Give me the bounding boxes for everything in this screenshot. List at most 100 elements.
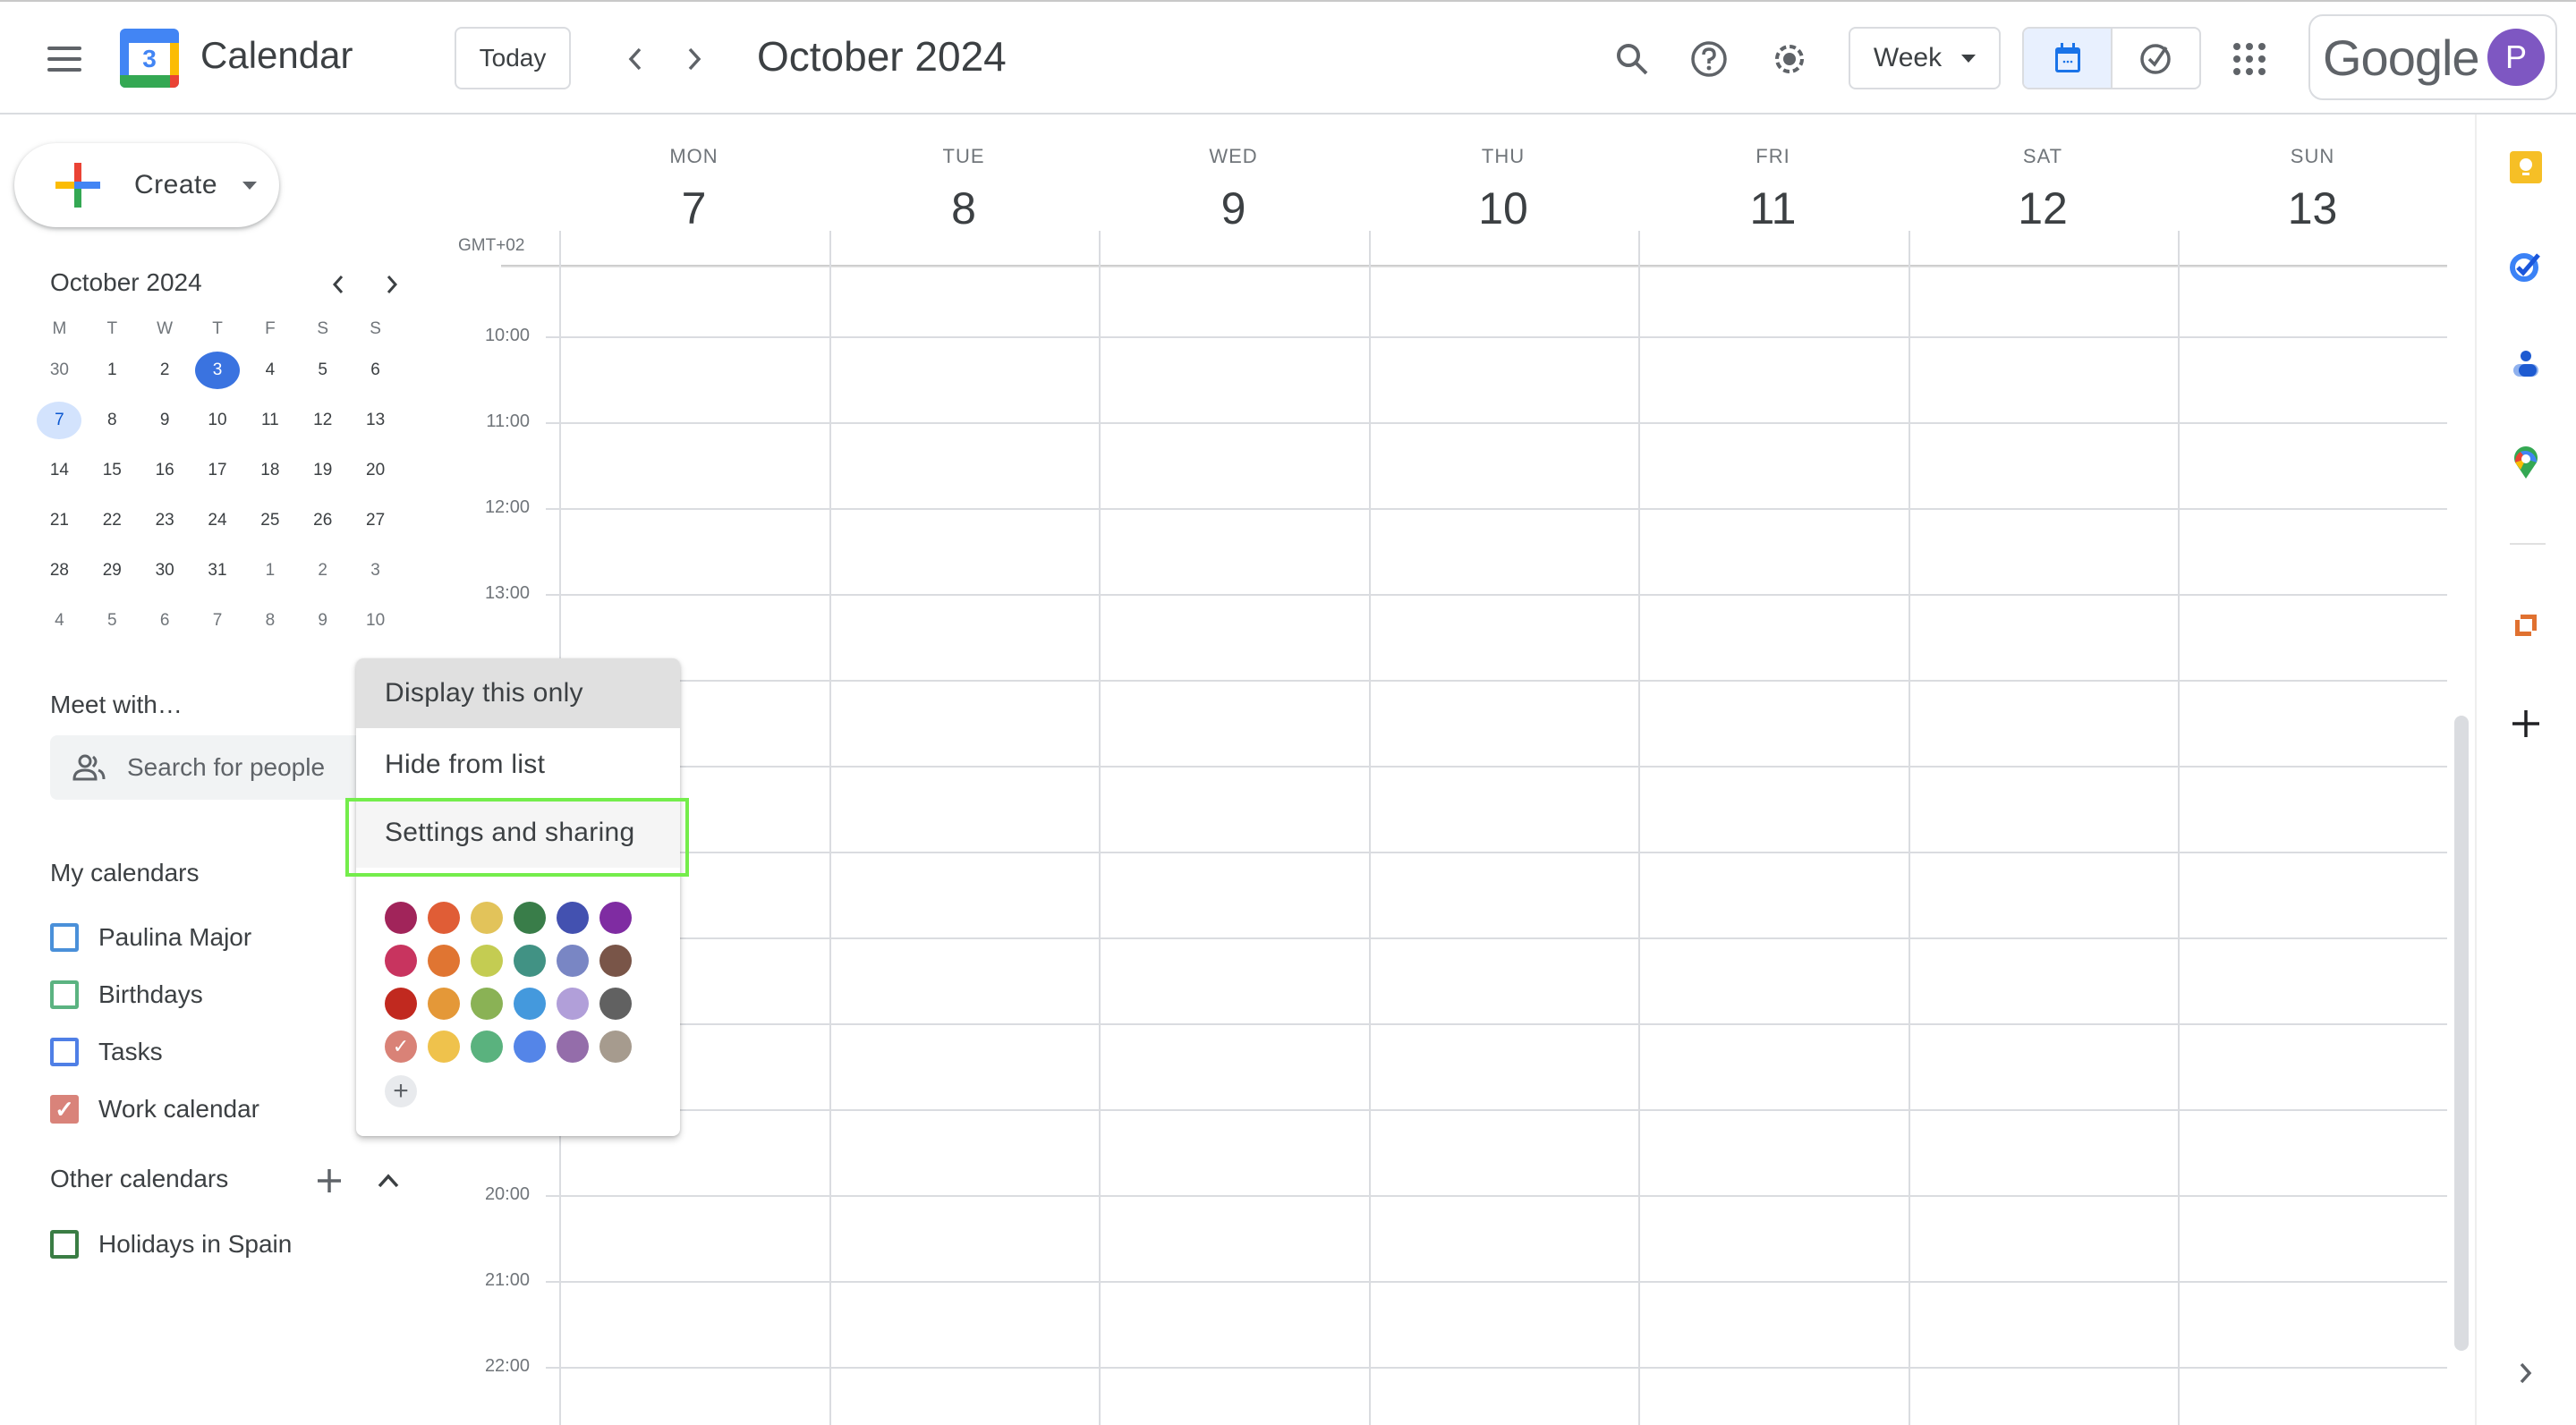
keep-button[interactable] xyxy=(2505,147,2546,188)
color-swatch[interactable] xyxy=(599,902,632,934)
account-button[interactable]: Google P xyxy=(2308,14,2557,100)
mini-calendar-day[interactable]: 15 xyxy=(86,448,139,493)
day-number-button[interactable]: 10 xyxy=(1369,182,1638,234)
mini-calendar-day[interactable]: 9 xyxy=(296,598,349,643)
maps-button[interactable] xyxy=(2505,442,2546,483)
mini-calendar-day[interactable]: 10 xyxy=(349,598,402,643)
contacts-button[interactable] xyxy=(2505,344,2546,385)
checkbox[interactable] xyxy=(50,980,79,1009)
mini-calendar-day[interactable]: 11 xyxy=(243,398,296,443)
calendar-list-item[interactable]: Paulina Major xyxy=(50,920,251,955)
create-button[interactable]: Create xyxy=(14,143,279,227)
color-swatch[interactable] xyxy=(428,902,460,934)
calendar-logo-icon[interactable]: 3 xyxy=(120,29,179,88)
mini-calendar-day[interactable]: 12 xyxy=(296,398,349,443)
day-column[interactable] xyxy=(2178,231,2180,1425)
mini-calendar-day[interactable]: 18 xyxy=(243,448,296,493)
mini-calendar-day[interactable]: 6 xyxy=(139,598,191,643)
add-other-calendar-button[interactable] xyxy=(311,1163,347,1199)
next-period-button[interactable] xyxy=(673,38,716,81)
view-selector[interactable]: Week xyxy=(1849,27,2001,89)
color-swatch[interactable] xyxy=(385,902,417,934)
color-swatch[interactable] xyxy=(428,945,460,977)
my-calendars-title[interactable]: My calendars xyxy=(50,859,200,887)
mini-calendar-day[interactable]: 20 xyxy=(349,448,402,493)
mini-calendar-day[interactable]: 4 xyxy=(243,348,296,393)
mini-calendar-day[interactable]: 6 xyxy=(349,348,402,393)
mini-calendar-day[interactable]: 23 xyxy=(139,498,191,543)
mini-calendar-next-button[interactable] xyxy=(374,267,410,302)
color-swatch[interactable] xyxy=(599,945,632,977)
mini-calendar-day[interactable]: 26 xyxy=(296,498,349,543)
color-swatch[interactable] xyxy=(599,988,632,1020)
mini-calendar-day[interactable]: 10 xyxy=(191,398,244,443)
day-number-button[interactable]: 9 xyxy=(1099,182,1368,234)
color-swatch[interactable] xyxy=(514,1031,546,1063)
main-menu-button[interactable] xyxy=(36,38,93,81)
mini-calendar-day[interactable]: 25 xyxy=(243,498,296,543)
addon-button[interactable] xyxy=(2505,605,2546,646)
day-column[interactable] xyxy=(1638,231,1640,1425)
tasks-view-button[interactable] xyxy=(2113,29,2199,88)
mini-calendar-day[interactable]: 30 xyxy=(33,348,86,393)
day-number-button[interactable]: 13 xyxy=(2178,182,2447,234)
checkbox[interactable] xyxy=(50,923,79,952)
color-swatch[interactable] xyxy=(557,945,589,977)
mini-calendar-day[interactable]: 7 xyxy=(191,598,244,643)
checkbox[interactable] xyxy=(50,1230,79,1259)
calendar-list-item[interactable]: Birthdays xyxy=(50,977,203,1013)
mini-calendar-day[interactable]: 28 xyxy=(33,548,86,593)
color-swatch[interactable] xyxy=(514,945,546,977)
mini-calendar-day[interactable]: 27 xyxy=(349,498,402,543)
calendar-list-item[interactable]: Tasks xyxy=(50,1034,163,1070)
mini-calendar-day[interactable]: 21 xyxy=(33,498,86,543)
other-calendars-title[interactable]: Other calendars xyxy=(50,1165,228,1193)
color-swatch[interactable] xyxy=(514,988,546,1020)
expand-side-panel-button[interactable] xyxy=(2505,1353,2546,1394)
color-swatch[interactable] xyxy=(428,988,460,1020)
day-number-button[interactable]: 7 xyxy=(559,182,829,234)
menu-item-display-this-only[interactable]: Display this only xyxy=(356,658,680,728)
color-swatch[interactable] xyxy=(471,945,503,977)
collapse-other-calendars-button[interactable] xyxy=(370,1163,406,1199)
mini-calendar-day[interactable]: 5 xyxy=(86,598,139,643)
mini-calendar-day[interactable]: 29 xyxy=(86,548,139,593)
mini-calendar-prev-button[interactable] xyxy=(320,267,356,302)
color-swatch[interactable] xyxy=(557,988,589,1020)
mini-calendar-day[interactable]: 19 xyxy=(296,448,349,493)
mini-calendar-day[interactable]: 1 xyxy=(86,348,139,393)
help-button[interactable] xyxy=(1684,34,1734,84)
mini-calendar-day[interactable]: 31 xyxy=(191,548,244,593)
color-swatch[interactable] xyxy=(385,988,417,1020)
mini-calendar-day[interactable]: 8 xyxy=(86,398,139,443)
color-swatch[interactable] xyxy=(514,902,546,934)
day-column[interactable] xyxy=(829,231,831,1425)
settings-button[interactable] xyxy=(1764,34,1815,84)
color-swatch[interactable] xyxy=(385,945,417,977)
mini-calendar-day[interactable]: 14 xyxy=(33,448,86,493)
color-swatch[interactable] xyxy=(599,1031,632,1063)
mini-calendar-day[interactable]: 2 xyxy=(296,548,349,593)
checkbox-checked[interactable]: ✓ xyxy=(50,1095,79,1124)
mini-calendar-day[interactable]: 3 xyxy=(349,548,402,593)
previous-period-button[interactable] xyxy=(614,38,657,81)
color-swatch[interactable]: ✓ xyxy=(385,1031,417,1063)
color-swatch[interactable] xyxy=(557,1031,589,1063)
mini-calendar-day[interactable]: 13 xyxy=(349,398,402,443)
color-swatch[interactable] xyxy=(471,902,503,934)
today-button[interactable]: Today xyxy=(455,27,571,89)
day-number-button[interactable]: 12 xyxy=(1909,182,2178,234)
color-swatch[interactable] xyxy=(428,1031,460,1063)
day-number-button[interactable]: 11 xyxy=(1638,182,1908,234)
mini-calendar-day[interactable]: 17 xyxy=(191,448,244,493)
mini-calendar-day[interactable]: 1 xyxy=(243,548,296,593)
day-number-button[interactable]: 8 xyxy=(829,182,1099,234)
tasks-button[interactable] xyxy=(2505,245,2546,286)
day-column[interactable] xyxy=(1908,231,1910,1425)
mini-calendar-day[interactable]: 5 xyxy=(296,348,349,393)
mini-calendar-day[interactable]: 9 xyxy=(139,398,191,443)
mini-calendar-day[interactable]: 24 xyxy=(191,498,244,543)
day-column[interactable] xyxy=(1368,231,1371,1425)
mini-calendar-day-selected[interactable]: 7 xyxy=(33,398,86,443)
calendar-list-item[interactable]: ✓ Work calendar xyxy=(50,1091,259,1127)
